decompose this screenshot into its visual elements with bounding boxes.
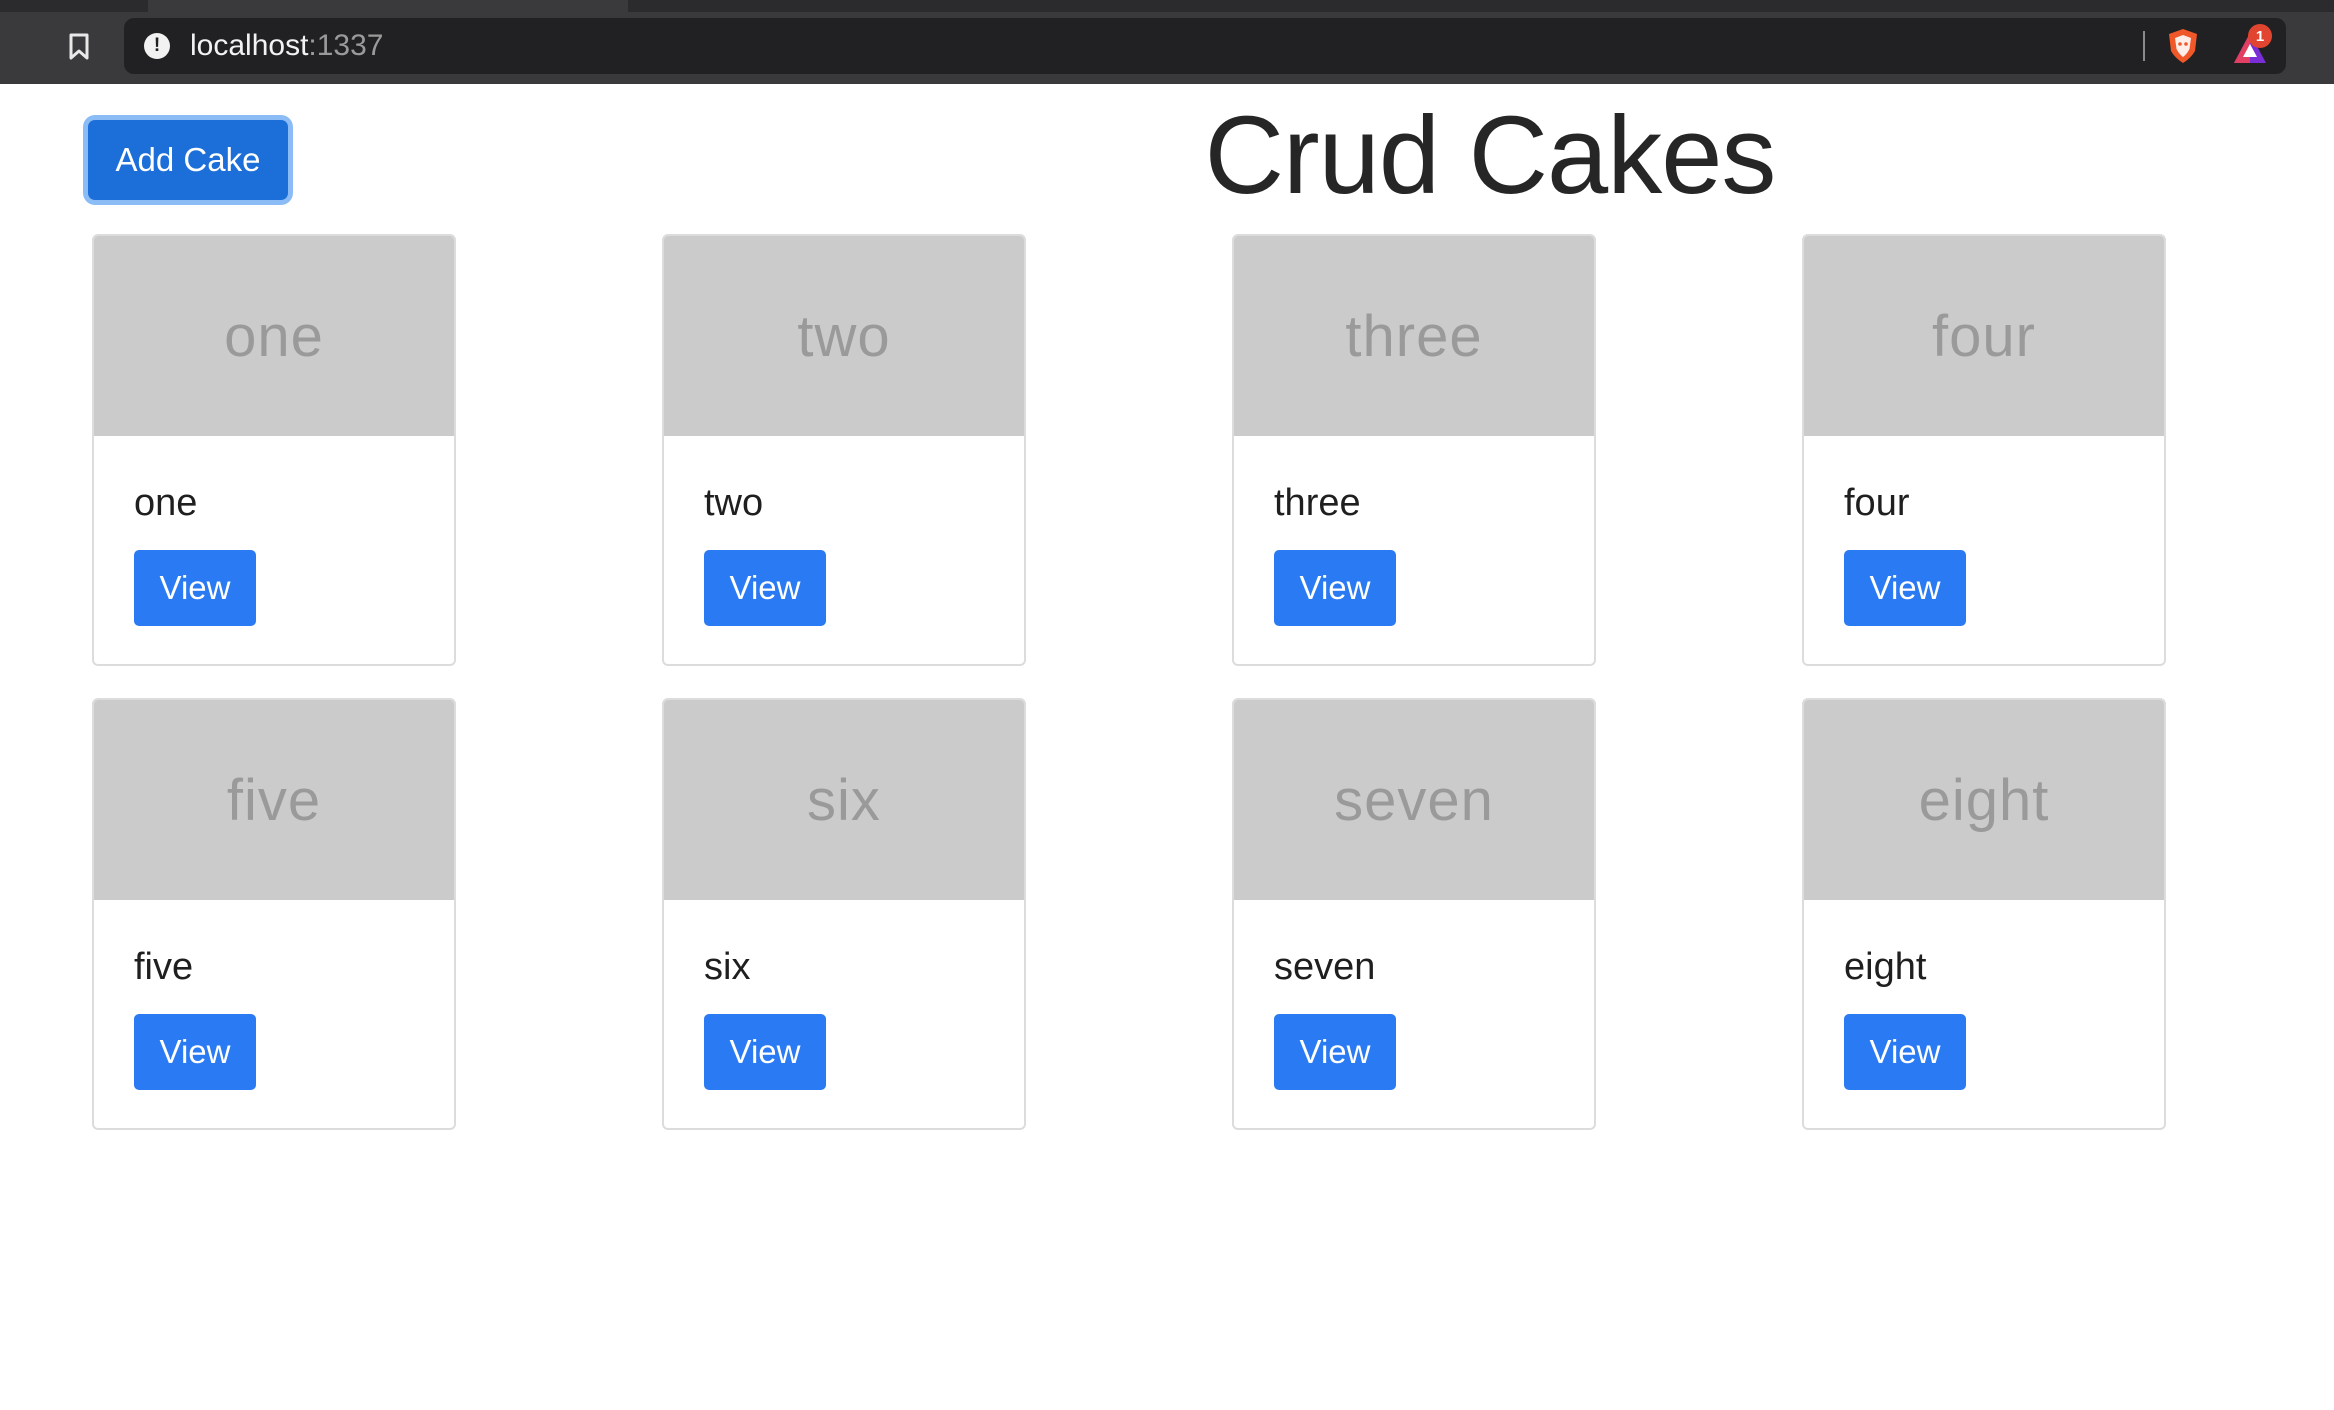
address-bar[interactable]: ! localhost:1337 1	[124, 18, 2286, 74]
cake-title: five	[134, 946, 194, 988]
cake-card: three three View	[1232, 234, 1596, 666]
view-cake-button[interactable]: View	[704, 1014, 826, 1090]
cake-image-placeholder: one	[94, 236, 454, 436]
cake-card: four four View	[1802, 234, 2166, 666]
bookmark-icon[interactable]	[62, 30, 96, 64]
cake-image-placeholder: five	[94, 700, 454, 900]
cake-card: seven seven View	[1232, 698, 1596, 1130]
cake-image-placeholder: three	[1234, 236, 1594, 436]
cake-title: six	[704, 946, 751, 988]
brave-shield-icon[interactable]	[2164, 27, 2202, 65]
view-cake-button[interactable]: View	[1844, 550, 1966, 626]
view-cake-button[interactable]: View	[1274, 550, 1396, 626]
add-cake-button[interactable]: Add Cake	[88, 120, 288, 200]
cake-title: two	[704, 482, 764, 524]
cake-card: one one View	[92, 234, 456, 666]
view-cake-button[interactable]: View	[134, 550, 256, 626]
url-host: localhost	[190, 29, 309, 62]
cake-image-placeholder: eight	[1804, 700, 2164, 900]
cake-title: four	[1844, 482, 1910, 524]
cake-image-placeholder: six	[664, 700, 1024, 900]
browser-toolbar: ! localhost:1337 1	[0, 0, 2334, 84]
cake-image-placeholder: seven	[1234, 700, 1594, 900]
cake-card: six six View	[662, 698, 1026, 1130]
cake-card: eight eight View	[1802, 698, 2166, 1130]
cake-image-placeholder: two	[664, 236, 1024, 436]
url-port: :1337	[308, 29, 384, 62]
cake-title: three	[1274, 482, 1361, 524]
view-cake-button[interactable]: View	[1844, 1014, 1966, 1090]
cake-title: seven	[1274, 946, 1376, 988]
notification-badge: 1	[2248, 24, 2272, 48]
info-icon[interactable]: !	[144, 33, 170, 59]
page-title: Crud Cakes	[1204, 94, 1777, 217]
view-cake-button[interactable]: View	[704, 550, 826, 626]
cake-title: one	[134, 482, 198, 524]
view-cake-button[interactable]: View	[134, 1014, 256, 1090]
cake-image-placeholder: four	[1804, 236, 2164, 436]
cake-card: five five View	[92, 698, 456, 1130]
url-text[interactable]: localhost:1337	[190, 30, 383, 62]
url-divider	[2143, 31, 2145, 61]
view-cake-button[interactable]: View	[1274, 1014, 1396, 1090]
cake-title: eight	[1844, 946, 1927, 988]
active-tab[interactable]	[148, 0, 628, 14]
cake-card: two two View	[662, 234, 1026, 666]
